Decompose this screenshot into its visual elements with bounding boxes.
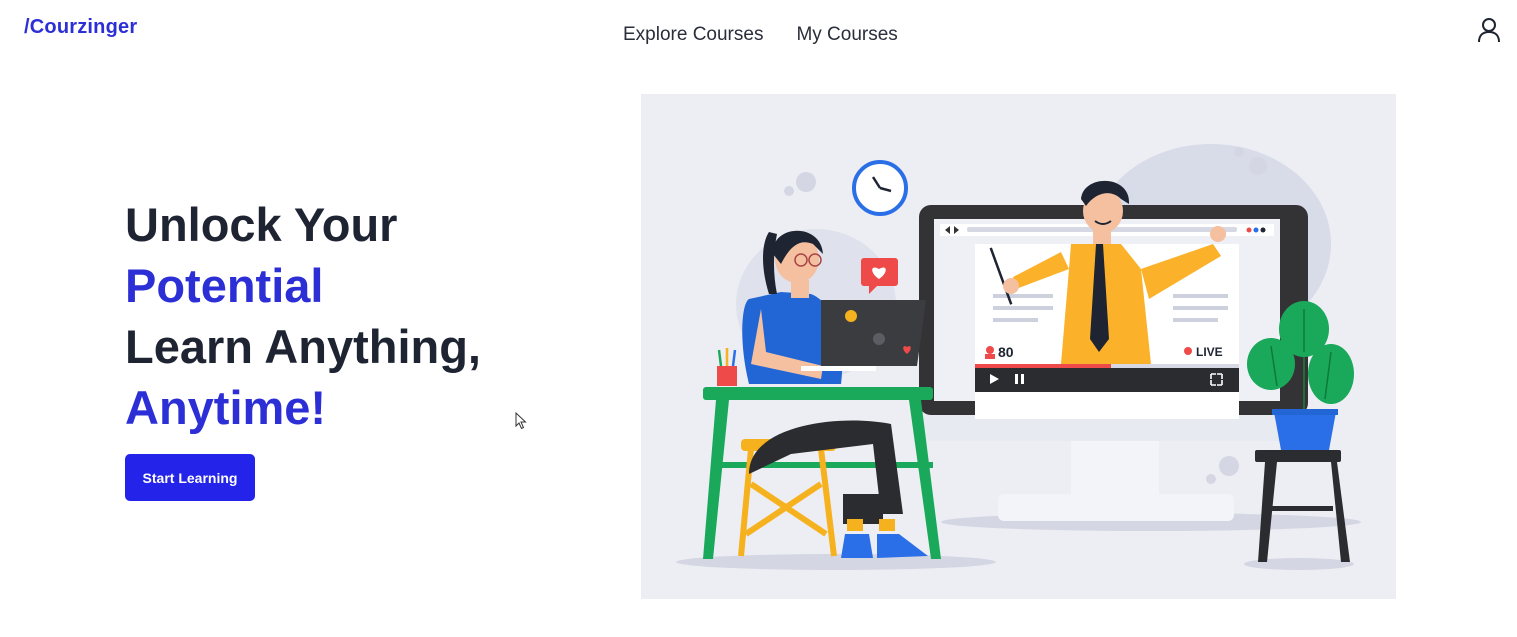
online-learning-illustration: 80 LIVE bbox=[676, 144, 1361, 570]
viewer-count: 80 bbox=[998, 344, 1014, 360]
nav-my-courses[interactable]: My Courses bbox=[796, 24, 897, 46]
user-icon[interactable] bbox=[1477, 17, 1501, 43]
hero-line-4: Anytime! bbox=[125, 381, 327, 434]
hero-line-1: Unlock Your bbox=[125, 198, 398, 251]
start-learning-button[interactable]: Start Learning bbox=[125, 454, 255, 501]
hero-heading: Unlock Your Potential Learn Anything, An… bbox=[125, 194, 481, 438]
live-label: LIVE bbox=[1196, 345, 1223, 359]
nav-explore-courses[interactable]: Explore Courses bbox=[623, 24, 763, 46]
logo[interactable]: /Courzinger bbox=[24, 16, 137, 39]
mouse-cursor-icon bbox=[515, 412, 527, 430]
clock-icon bbox=[852, 160, 908, 216]
hero-line-3: Learn Anything, bbox=[125, 320, 481, 373]
hero-line-2: Potential bbox=[125, 259, 324, 312]
hero-illustration: 80 LIVE bbox=[641, 94, 1396, 599]
pencil-cup-icon bbox=[717, 348, 737, 386]
monitor-icon: 80 LIVE bbox=[919, 180, 1308, 521]
main-nav: Explore Courses My Courses bbox=[623, 24, 898, 46]
